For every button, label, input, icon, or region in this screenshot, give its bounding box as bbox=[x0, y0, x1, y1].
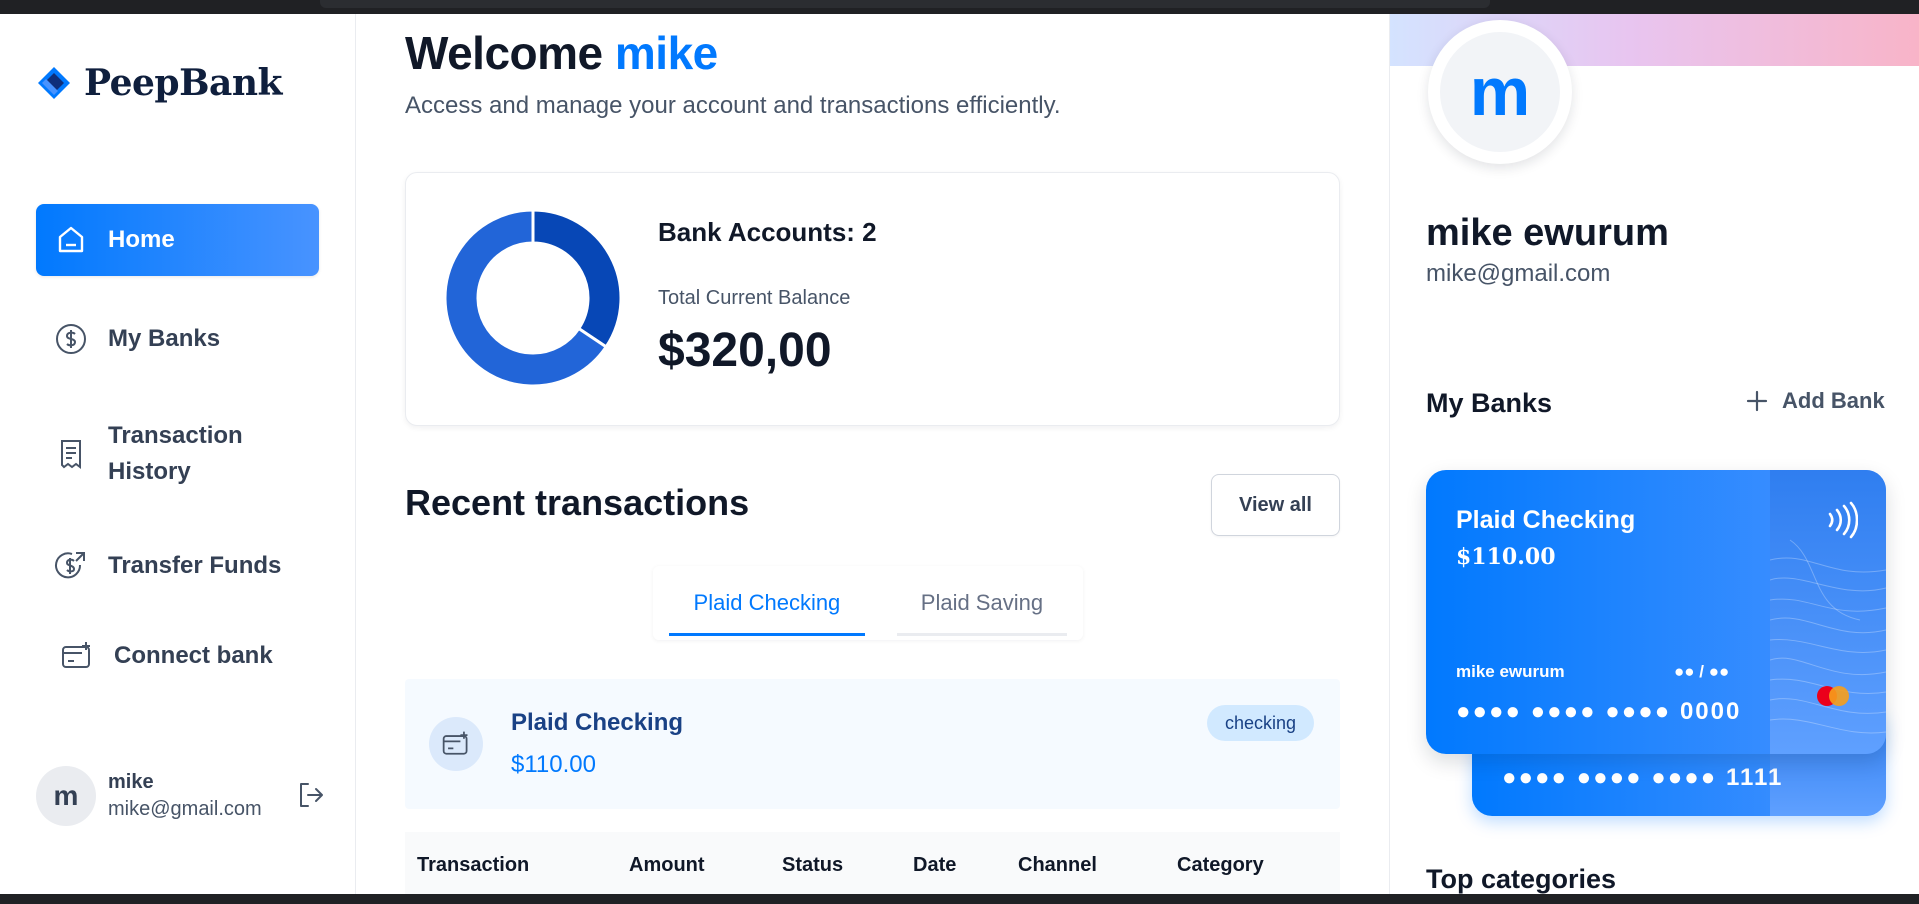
selected-bank-amount: $110.00 bbox=[511, 751, 596, 778]
recent-transactions-title: Recent transactions bbox=[405, 482, 750, 523]
sidebar-item-label-line2: History bbox=[108, 458, 191, 485]
card-bank-name: Plaid Checking bbox=[1456, 506, 1636, 534]
bank-card-primary[interactable]: Plaid Checking $110.00 mike ewurum ●● / … bbox=[1426, 470, 1886, 754]
view-all-button[interactable]: View all bbox=[1211, 474, 1340, 536]
column-header-channel: Channel bbox=[1018, 854, 1097, 876]
welcome-user-name: mike bbox=[614, 27, 718, 79]
browser-top-strip bbox=[0, 0, 1919, 14]
right-sidebar: m mike ewurum mike@gmail.com My Banks Ad… bbox=[1389, 14, 1919, 894]
tab-plaid-saving[interactable]: Plaid Saving bbox=[896, 566, 1068, 640]
sidebar-item-label: My Banks bbox=[108, 325, 221, 352]
plus-icon bbox=[1746, 390, 1768, 412]
card-owner-name: mike ewurum bbox=[1456, 662, 1565, 681]
tab-plaid-checking[interactable]: Plaid Checking bbox=[669, 566, 865, 640]
user-email: mike@gmail.com bbox=[108, 798, 262, 820]
card-number: ●●●● ●●●● ●●●● 0000 bbox=[1456, 698, 1742, 725]
contactless-icon bbox=[1828, 501, 1858, 539]
total-balance-label: Total Current Balance bbox=[658, 287, 851, 309]
main-content: Welcome mike Access and manage your acco… bbox=[357, 14, 1389, 898]
receipt-icon bbox=[61, 440, 81, 469]
brand-name: PeepBank bbox=[84, 62, 282, 104]
card-expiry: ●● / ●● bbox=[1674, 662, 1730, 681]
avatar: m bbox=[36, 766, 96, 826]
top-categories-title: Top categories bbox=[1426, 864, 1617, 894]
sidebar-item-label: Transfer Funds bbox=[108, 552, 282, 579]
sidebar-item-home[interactable]: Home bbox=[36, 204, 319, 276]
card-balance: $110.00 bbox=[1456, 544, 1556, 570]
sidebar-item-my-banks[interactable]: My Banks bbox=[36, 317, 319, 361]
add-bank-label: Add Bank bbox=[1782, 388, 1885, 413]
column-header-status: Status bbox=[782, 854, 844, 876]
sidebar-user-footer: m mike mike@gmail.com bbox=[36, 764, 326, 828]
dollar-circle-icon bbox=[56, 324, 86, 354]
add-bank-button[interactable]: Add Bank bbox=[1746, 388, 1885, 414]
money-send-icon bbox=[55, 552, 85, 579]
profile-avatar-ring: m bbox=[1428, 20, 1572, 164]
page-title: Welcome mike bbox=[405, 26, 718, 80]
mastercard-icon bbox=[1817, 686, 1849, 706]
column-header-amount: Amount bbox=[629, 854, 705, 876]
balance-donut-chart bbox=[444, 209, 622, 387]
logo-icon bbox=[38, 67, 70, 99]
user-name: mike bbox=[108, 771, 154, 793]
profile-avatar: m bbox=[1440, 32, 1560, 152]
sidebar-item-label: Connect bank bbox=[114, 642, 273, 669]
column-header-transaction: Transaction bbox=[417, 854, 530, 876]
selected-bank-info: Plaid Checking $110.00 checking bbox=[405, 679, 1340, 809]
sidebar-item-label-group: Transaction History bbox=[108, 418, 243, 490]
selected-bank-name: Plaid Checking bbox=[511, 709, 684, 736]
brand-logo[interactable]: PeepBank bbox=[36, 62, 282, 104]
sidebar-item-label: Home bbox=[108, 226, 175, 253]
browser-bottom-strip bbox=[0, 894, 1919, 904]
bank-icon bbox=[429, 717, 483, 771]
profile-name: mike ewurum bbox=[1426, 212, 1669, 254]
user-info: mike mike@gmail.com bbox=[108, 771, 262, 821]
transactions-table-header: Transaction Amount Status Date Channel C… bbox=[405, 832, 1340, 898]
total-balance-value: $320,00 bbox=[658, 324, 832, 377]
page-subtitle: Access and manage your account and trans… bbox=[405, 92, 1061, 119]
connect-bank-icon bbox=[62, 642, 90, 668]
left-sidebar: PeepBank Home My Banks Transaction Histo… bbox=[0, 14, 356, 894]
bank-accounts-count: Bank Accounts: 2 bbox=[658, 217, 877, 247]
column-header-date: Date bbox=[913, 854, 957, 876]
bank-tabs: Plaid Checking Plaid Saving bbox=[653, 566, 1083, 640]
profile-email: mike@gmail.com bbox=[1426, 260, 1611, 287]
sidebar-item-transaction-history[interactable]: Transaction History bbox=[36, 416, 319, 492]
home-icon bbox=[58, 226, 84, 253]
logout-icon[interactable] bbox=[296, 780, 326, 810]
my-banks-title: My Banks bbox=[1426, 388, 1553, 418]
sidebar-item-label: Transaction bbox=[108, 422, 243, 449]
column-header-category: Category bbox=[1177, 854, 1264, 876]
donut-slice-0 bbox=[531, 209, 622, 349]
welcome-prefix: Welcome bbox=[405, 27, 603, 79]
account-type-badge: checking bbox=[1206, 705, 1314, 741]
sidebar-item-transfer-funds[interactable]: Transfer Funds bbox=[36, 544, 319, 588]
sidebar-item-connect-bank[interactable]: Connect bank bbox=[36, 634, 319, 678]
total-balance-box: Bank Accounts: 2 Total Current Balance $… bbox=[405, 172, 1340, 426]
card-number: ●●●● ●●●● ●●●● 1111 bbox=[1502, 764, 1784, 791]
